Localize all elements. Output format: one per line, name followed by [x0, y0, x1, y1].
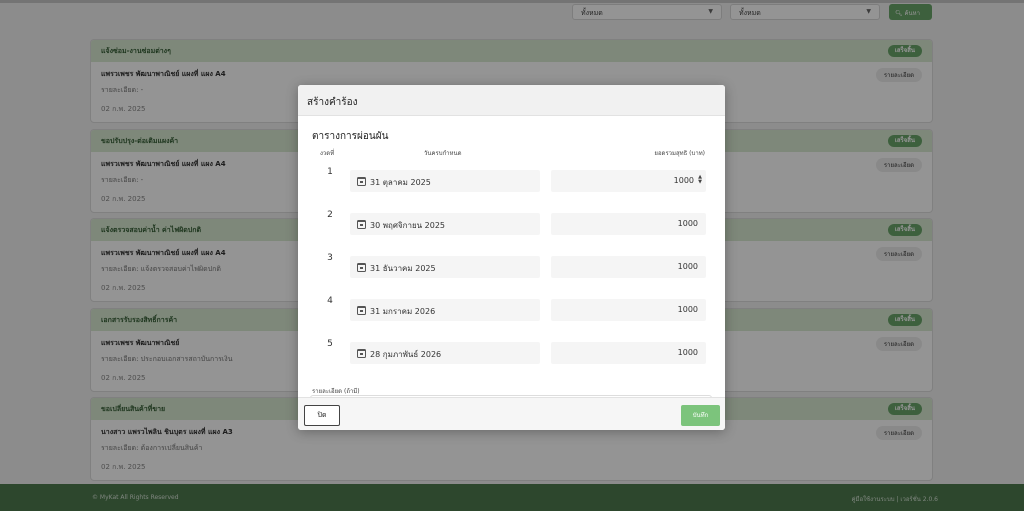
calendar-icon [357, 263, 366, 272]
installment-row: 2 30 พฤศจิกายน 2025 1000 [298, 210, 725, 235]
installment-number: 3 [327, 253, 333, 263]
modal-footer: ปิด บันทึก [298, 397, 725, 430]
installment-row: 1 31 ตุลาคม 2025 1000 ▲ ▼ [298, 167, 725, 192]
due-date-field[interactable]: 31 มกราคม 2026 [350, 299, 540, 321]
installment-number: 2 [327, 210, 333, 220]
installment-row: 5 28 กุมภาพันธ์ 2026 1000 [298, 339, 725, 364]
calendar-icon [357, 349, 366, 358]
amount-field[interactable]: 1000 ▲ ▼ [551, 170, 706, 192]
column-header-amount: ยอดรวมสุทธิ (บาท) [654, 150, 705, 157]
close-button[interactable]: ปิด [304, 405, 340, 426]
calendar-icon [357, 306, 366, 315]
spinner-icon[interactable]: ▲ ▼ [698, 175, 702, 185]
calendar-icon [357, 177, 366, 186]
due-date-field[interactable]: 28 กุมภาพันธ์ 2026 [350, 342, 540, 364]
installment-row: 4 31 มกราคม 2026 1000 [298, 296, 725, 321]
modal-title: สร้างคำร้อง [298, 85, 725, 116]
amount-field[interactable]: 1000 [551, 299, 706, 321]
due-date-field[interactable]: 31 ตุลาคม 2025 [350, 170, 540, 192]
amount-field[interactable]: 1000 [551, 342, 706, 364]
installment-number: 4 [327, 296, 333, 306]
section-title: ตารางการผ่อนผัน [312, 131, 389, 142]
column-header-due-date: วันครบกำหนด [424, 150, 462, 157]
save-button[interactable]: บันทึก [681, 405, 720, 426]
installment-number: 5 [327, 339, 333, 349]
column-header-installment: งวดที่ [320, 150, 335, 157]
modal-body: ตารางการผ่อนผัน งวดที่ วันครบกำหนด ยอดรว… [298, 117, 725, 397]
amount-field[interactable]: 1000 [551, 256, 706, 278]
create-request-modal: สร้างคำร้อง ตารางการผ่อนผัน งวดที่ วันคร… [298, 85, 725, 430]
calendar-icon [357, 220, 366, 229]
due-date-field[interactable]: 31 ธันวาคม 2025 [350, 256, 540, 278]
amount-field[interactable]: 1000 [551, 213, 706, 235]
installment-row: 3 31 ธันวาคม 2025 1000 [298, 253, 725, 278]
installment-number: 1 [327, 167, 333, 177]
due-date-field[interactable]: 30 พฤศจิกายน 2025 [350, 213, 540, 235]
